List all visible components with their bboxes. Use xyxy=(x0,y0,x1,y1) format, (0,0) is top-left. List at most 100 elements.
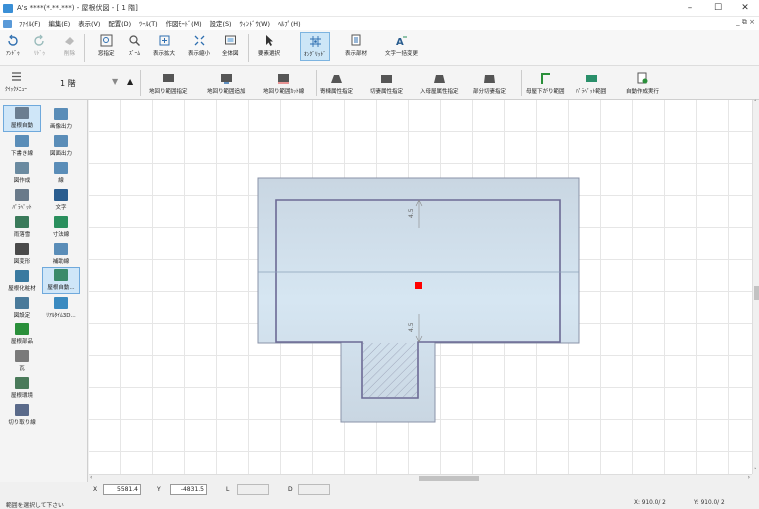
quick-menu-button[interactable]: ｸｲｯｸﾒﾆｭｰ xyxy=(5,70,27,93)
horizontal-scrollbar[interactable]: ‹ › xyxy=(89,474,752,482)
hip-roof-icon xyxy=(331,75,342,83)
sidebar-item-3[interactable]: 下書き線 xyxy=(3,132,41,159)
sidebar-item-12[interactable]: 補助線 xyxy=(42,240,80,267)
zoom-button[interactable]: ｽﾞｰﾑ xyxy=(128,34,141,57)
floor-up-button[interactable]: ▲ xyxy=(127,77,133,86)
sidebar-item-15[interactable]: 図設定 xyxy=(3,294,41,321)
drawing-canvas[interactable]: 4.5 4.5 xyxy=(89,100,752,474)
sidebar-item-8[interactable]: 文字 xyxy=(42,186,80,213)
sidebar-item-1[interactable]: 屋根自動 xyxy=(3,105,41,132)
ortho-grid-button[interactable]: ｵﾝｸﾞﾘｯﾄﾞ xyxy=(300,32,331,61)
sidebar-item-14[interactable]: 屋根自動... xyxy=(42,267,80,294)
menu-place[interactable]: 配置(D) xyxy=(104,19,135,28)
horizontal-scroll-thumb[interactable] xyxy=(419,476,479,481)
partial-gable-button[interactable]: 部分切妻指定 xyxy=(473,72,506,95)
vertical-scrollbar[interactable]: ˄ ˅ xyxy=(752,100,759,474)
sidebar-item-label: 図変形 xyxy=(13,259,31,265)
gable-attr-button[interactable]: 切妻属性指定 xyxy=(370,72,403,95)
roof-auto-2-icon xyxy=(54,269,68,281)
sidebar-item-label: 図面出力 xyxy=(49,151,72,157)
sidebar-item-17[interactable]: 屋根部品 xyxy=(3,320,41,347)
x-coord-field[interactable]: 5581.4 xyxy=(103,484,141,495)
window-select-button[interactable]: 窓指定 xyxy=(98,34,115,57)
y-grid-status: Y: 910.0/ 2 xyxy=(694,500,725,506)
tile-icon xyxy=(15,350,29,362)
minimize-button[interactable]: – xyxy=(676,0,704,17)
eaves-range-add-button[interactable]: 地回り範囲追加 xyxy=(207,72,246,95)
eaves-range-button[interactable]: 地回り範囲指定 xyxy=(149,72,188,95)
sidebar-item-18[interactable]: 瓦 xyxy=(3,347,41,374)
menu-bar: ﾌｧｲﾙ(F) 編集(E) 表示(V) 配置(D) ﾂｰﾙ(T) 作図ﾓｰﾄﾞ(… xyxy=(0,17,759,30)
shrink-icon xyxy=(194,35,204,46)
image-output-icon xyxy=(54,108,68,120)
sidebar-item-6[interactable]: 線 xyxy=(42,159,80,186)
delete-button[interactable]: 削除 xyxy=(63,34,76,57)
menu-view[interactable]: 表示(V) xyxy=(74,19,104,28)
roof-toolbar: ｸｲｯｸﾒﾆｭｰ 1 階 ▼ ▲ 地回り範囲指定 地回り範囲追加 地回り範囲ｶｯ… xyxy=(0,66,759,100)
sidebar-item-11[interactable]: 図変形 xyxy=(3,240,41,267)
sidebar-item-4[interactable]: 図面出力 xyxy=(42,132,80,159)
document-icon[interactable] xyxy=(3,19,12,28)
scroll-up-icon[interactable]: ˄ xyxy=(754,100,757,106)
scroll-right-icon[interactable]: › xyxy=(748,474,750,481)
display-parts-button[interactable]: 表示部材 xyxy=(345,34,367,57)
sidebar-item-9[interactable]: 雨落雪 xyxy=(3,213,41,240)
purlin-drop-button[interactable]: 母屋下がり範囲 xyxy=(526,72,565,95)
menu-window[interactable]: ｳｨﾝﾄﾞｳ(W) xyxy=(236,19,274,28)
window-zoom-icon xyxy=(100,34,113,47)
sidebar-item-5[interactable]: 図作成 xyxy=(3,159,41,186)
redo-button[interactable]: ﾘﾄﾞｩ xyxy=(33,34,46,57)
menu-file[interactable]: ﾌｧｲﾙ(F) xyxy=(15,19,44,28)
svg-text:A: A xyxy=(396,37,404,47)
floor-down-button[interactable]: ▼ xyxy=(112,77,118,86)
roof-add-icon xyxy=(220,74,232,84)
eraser-icon xyxy=(65,37,74,45)
menu-edit[interactable]: 編集(E) xyxy=(44,19,74,28)
undo-button[interactable]: ｱﾝﾄﾞｩ xyxy=(6,34,20,57)
menu-draw-mode[interactable]: 作図ﾓｰﾄﾞ(M) xyxy=(162,19,206,28)
sidebar-item-label: 屋根自動 xyxy=(10,123,33,129)
direction-field[interactable] xyxy=(298,484,330,495)
floor-indicator: 1 階 xyxy=(60,79,76,88)
drawing-output-icon xyxy=(54,135,68,147)
realtime-3d-icon xyxy=(54,297,68,309)
full-view-button[interactable]: 全体図 xyxy=(222,34,239,57)
zoom-out-button[interactable]: 表示縮小 xyxy=(188,34,210,57)
zoom-in-button[interactable]: 表示拡大 xyxy=(153,34,175,57)
parapet-range-button[interactable]: ﾊﾟﾗﾍﾟｯﾄ範囲 xyxy=(576,72,606,95)
roof-parts-icon xyxy=(15,323,29,335)
sidebar-item-20[interactable]: 切り取り線 xyxy=(3,401,41,428)
menu-tools[interactable]: ﾂｰﾙ(T) xyxy=(135,19,161,28)
mdi-controls[interactable]: _ ⧉ × xyxy=(736,18,755,27)
menu-settings[interactable]: 設定(S) xyxy=(206,19,236,28)
sidebar-item-13[interactable]: 屋根化粧材 xyxy=(3,267,41,294)
scroll-down-icon[interactable]: ˅ xyxy=(754,468,757,474)
scroll-left-icon[interactable]: ‹ xyxy=(90,474,92,481)
y-coord-field[interactable]: -4831.5 xyxy=(170,484,207,495)
sidebar-item-7[interactable]: ﾊﾟﾗﾍﾟｯﾄ xyxy=(3,186,41,213)
roof-auto-icon xyxy=(15,107,29,119)
sidebar-item-2[interactable]: 画像出力 xyxy=(42,105,80,132)
sidebar-item-19[interactable]: 屋根環境 xyxy=(3,374,41,401)
sidebar-item-10[interactable]: 寸法線 xyxy=(42,213,80,240)
hip-gable-attr-button[interactable]: 入母屋属性指定 xyxy=(420,72,459,95)
menu-help[interactable]: ﾍﾙﾌﾟ(H) xyxy=(274,19,305,28)
auto-create-button[interactable]: 自動作成実行 xyxy=(626,72,659,95)
undo-icon xyxy=(8,34,19,46)
vertical-scroll-thumb[interactable] xyxy=(754,286,759,300)
maximize-button[interactable]: ☐ xyxy=(704,0,732,17)
tool-sidebar: 屋根自動 画像出力 下書き線 図面出力図作成 線 ﾊﾟﾗﾍﾟｯﾄ 文字 雨落雪 寸法線図変形 補助… xyxy=(0,100,88,496)
dimension-icon xyxy=(54,216,68,228)
eaves-cut-line-button[interactable]: 地回り範囲ｶｯﾄ線 xyxy=(263,72,304,95)
text-batch-button[interactable]: A 文字一括変更 xyxy=(385,34,418,57)
element-select-button[interactable]: 要素選択 xyxy=(258,34,280,57)
sidebar-item-16[interactable]: ﾘｱﾙﾀｲﾑ3D... xyxy=(42,294,80,321)
sidebar-item-label: ﾘｱﾙﾀｲﾑ3D... xyxy=(46,313,76,319)
sidebar-item-label: 屋根自動... xyxy=(47,285,75,291)
close-button[interactable]: ✕ xyxy=(731,0,759,17)
hip-attr-button[interactable]: 寄棟属性指定 xyxy=(320,72,353,95)
hatched-area xyxy=(363,343,417,397)
auto-create-icon xyxy=(637,72,648,84)
length-field[interactable] xyxy=(237,484,269,495)
gable-roof-icon xyxy=(381,75,392,83)
